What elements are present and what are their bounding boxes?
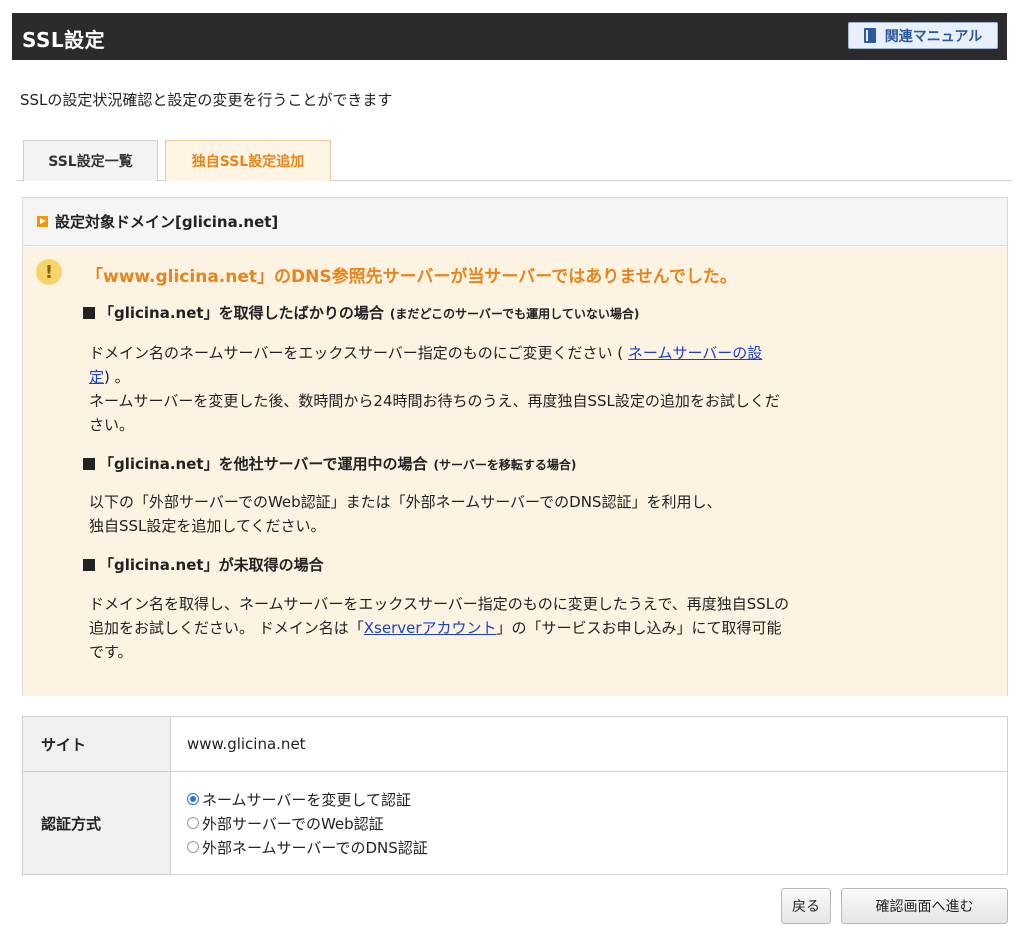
table-row: サイト www.glicina.net xyxy=(22,716,1008,772)
intro-text: SSLの設定状況確認と設定の変更を行うことができます xyxy=(20,91,393,109)
case2-heading: 「glicina.net」を他社サーバーで運用中の場合 (サーバーを移転する場合) xyxy=(83,453,576,474)
square-bullet-icon xyxy=(83,559,95,571)
nameserver-settings-link[interactable]: ネームサーバーの設 xyxy=(628,344,762,362)
xserver-account-link[interactable]: Xserverアカウント xyxy=(364,619,497,637)
tab-ssl-add[interactable]: 独自SSL設定追加 xyxy=(165,140,331,181)
warning-icon: ! xyxy=(36,259,62,285)
square-bullet-icon xyxy=(83,458,95,470)
radio-selected-icon xyxy=(187,793,199,805)
site-label: サイト xyxy=(22,716,171,772)
related-manual-label: 関連マニュアル xyxy=(884,28,983,45)
table-row: 認証方式 ネームサーバーを変更して認証 外部サーバーでのWeb認証 外部ネームサ… xyxy=(22,771,1008,875)
related-manual-button[interactable]: 関連マニュアル xyxy=(848,22,998,49)
square-bullet-icon xyxy=(83,307,95,319)
domain-panel: 設定対象ドメイン[glicina.net] ! 「www.glicina.net… xyxy=(22,197,1008,696)
auth-method-label: 認証方式 xyxy=(22,771,171,875)
warning-box: ! 「www.glicina.net」のDNS参照先サーバーが当サーバーではあり… xyxy=(23,247,1007,696)
panel-heading: 設定対象ドメイン[glicina.net] xyxy=(23,198,1007,246)
case3-text: ドメイン名を取得し、ネームサーバーをエックスサーバー指定のものに変更したうえで、… xyxy=(89,595,790,661)
auth-option-dns[interactable]: 外部ネームサーバーでのDNS認証 xyxy=(187,835,1007,859)
auth-option-nameserver[interactable]: ネームサーバーを変更して認証 xyxy=(187,787,1007,811)
arrow-marker-icon xyxy=(37,216,48,227)
auth-method-options: ネームサーバーを変更して認証 外部サーバーでのWeb認証 外部ネームサーバーでの… xyxy=(170,771,1008,875)
tab-ssl-list[interactable]: SSL設定一覧 xyxy=(23,140,158,181)
page-title: SSL設定 xyxy=(22,28,106,52)
page-header: SSL設定 関連マニュアル xyxy=(12,13,1007,60)
settings-table: サイト www.glicina.net 認証方式 ネームサーバーを変更して認証 … xyxy=(22,716,1008,875)
confirm-next-button[interactable]: 確認画面へ進む xyxy=(841,888,1008,924)
radio-icon xyxy=(187,817,199,829)
book-icon xyxy=(863,28,876,43)
case1-heading: 「glicina.net」を取得したばかりの場合 (まだどこのサーバーでも運用して… xyxy=(83,302,639,323)
site-value: www.glicina.net xyxy=(170,716,1008,772)
auth-option-web[interactable]: 外部サーバーでのWeb認証 xyxy=(187,811,1007,835)
back-button[interactable]: 戻る xyxy=(781,888,831,924)
case1-text: ドメイン名のネームサーバーをエックスサーバー指定のものにご変更ください ( ネー… xyxy=(89,344,780,434)
radio-icon xyxy=(187,841,199,853)
case2-text: 以下の「外部サーバーでのWeb認証」または「外部ネームサーバーでのDNS認証」を… xyxy=(89,493,722,535)
panel-heading-text: 設定対象ドメイン[glicina.net] xyxy=(55,213,279,231)
nameserver-settings-link-cont[interactable]: 定 xyxy=(89,368,104,386)
case3-heading: 「glicina.net」が未取得の場合 xyxy=(83,554,324,575)
warning-title: 「www.glicina.net」のDNS参照先サーバーが当サーバーではありませ… xyxy=(86,267,737,287)
